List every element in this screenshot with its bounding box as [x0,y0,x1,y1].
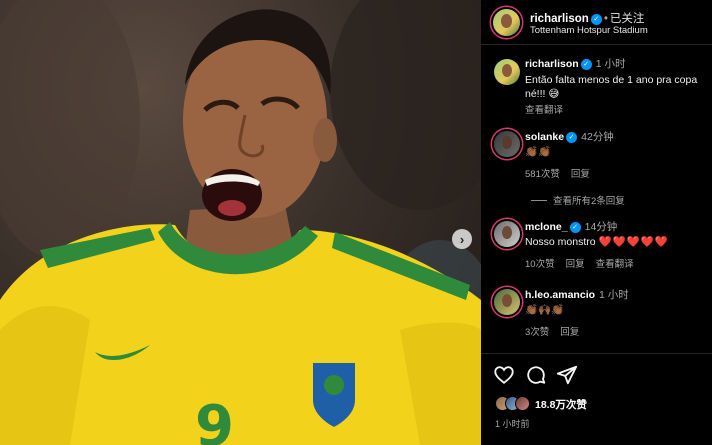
comment-meta: 3次赞 回复 [525,324,590,338]
verified-badge-icon: ✓ [580,59,592,70]
commenter-avatar[interactable] [494,221,520,247]
commenter-avatar[interactable] [494,131,520,157]
comment-time: 1 小时 [599,289,629,301]
caption-header: richarlison ✓ 1 小时 [525,57,625,72]
player-illustration: 9 [0,0,481,445]
author-avatar[interactable] [493,9,520,36]
verified-badge-icon: ✓ [569,222,581,233]
commenter-avatar[interactable] [494,289,520,315]
comment-likes[interactable]: 3次赞 [525,327,549,338]
view-replies-link[interactable]: 查看所有2条回复 [531,193,625,207]
caption-text-line1: Então falta menos de 1 ano pra copa [525,74,698,86]
comment-time: 14分钟 [584,221,618,233]
post-header: richarlison ✓ • 已关注 Tottenham Hotspur Stadi… [481,0,712,45]
comment-header: h.leo.amancio 1 小时 [525,288,629,303]
comment-header: solanke ✓ 42分钟 [525,130,614,145]
author-line: richarlison ✓ • 已关注 [530,10,644,26]
comment-username[interactable]: solanke [525,131,564,143]
comment-translate-link[interactable]: 查看翻译 [596,259,634,270]
comment-time: 42分钟 [581,131,614,143]
comment-meta: 581次赞 回复 [525,166,601,180]
comment-reply-button[interactable]: 回复 [566,259,585,270]
verified-badge-icon: ✓ [566,132,578,143]
caption-time: 1 小时 [595,58,626,70]
comment-header: mclone_ ✓ 14分钟 [525,220,617,235]
comment-meta: 10次赞 回复 查看翻译 [525,256,645,270]
comment-icon[interactable] [525,364,547,386]
comment-text-line: Nosso monstro ❤️❤️❤️❤️❤️ [525,235,669,250]
likes-count[interactable]: 18.8万次赞 [535,397,587,412]
comment-likes[interactable]: 10次赞 [525,259,555,270]
post-photo: 9 › [0,0,481,445]
caption-translate-link[interactable]: 查看翻译 [525,102,563,116]
comment-reply-button[interactable]: 回复 [571,169,590,180]
verified-badge-icon: ✓ [590,13,602,25]
liker-avatar [515,396,530,411]
caption-username[interactable]: richarlison [525,58,579,70]
comment-likes[interactable]: 581次赞 [525,169,560,180]
heart-icon[interactable] [493,364,515,386]
comment-text: Nosso monstro [525,236,596,248]
post-side-panel: richarlison ✓ • 已关注 Tottenham Hotspur Stadi… [481,0,712,445]
heart-emojis: ❤️❤️❤️❤️❤️ [598,236,669,248]
post-actions: 18.8万次赞 1 小时前 [481,353,712,445]
post-timestamp: 1 小时前 [495,419,530,429]
comment-username[interactable]: h.leo.amancio [525,289,595,301]
next-image-button[interactable]: › [452,229,472,249]
author-username[interactable]: richarlison [530,13,589,25]
share-icon[interactable] [556,364,578,386]
comment-text: 👏🏾🙌🏾👏🏾 [525,304,565,316]
jersey-number: 9 [195,394,234,445]
comment-text: 👏🏾👏🏾 [525,146,552,158]
post-location[interactable]: Tottenham Hotspur Stadium [530,25,648,36]
comments-list: richarlison ✓ 1 小时 Então falta menos de 1 … [481,45,712,353]
caption-text-line2: né!!! 😅 [525,88,560,100]
comment-username[interactable]: mclone_ [525,221,568,233]
caption-author-avatar[interactable] [494,59,520,85]
separator-dot: • [603,13,608,25]
follow-status-button[interactable]: 已关注 [610,13,645,25]
comment-reply-button[interactable]: 回复 [560,327,579,338]
